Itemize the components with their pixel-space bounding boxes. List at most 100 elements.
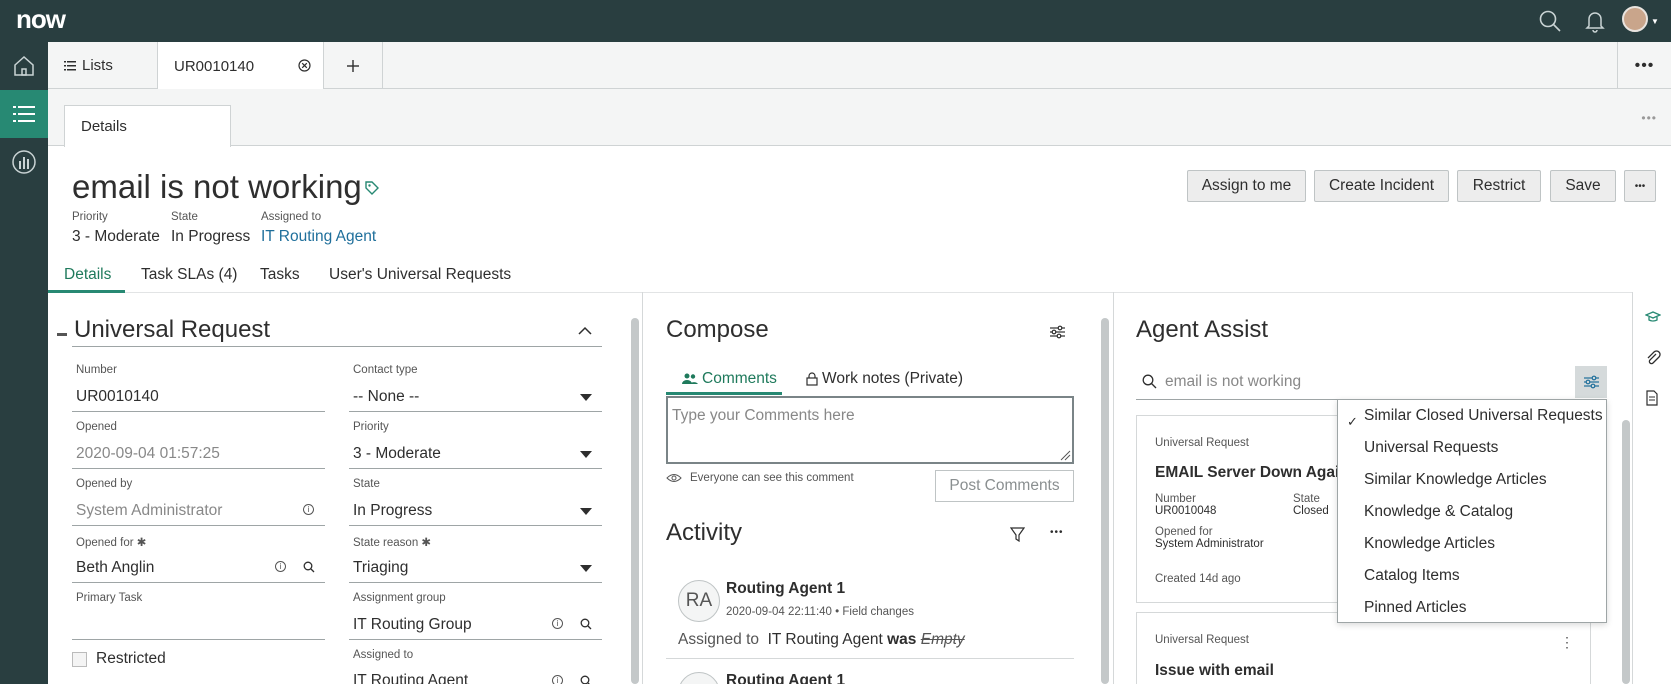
settings-sliders-icon[interactable] — [1050, 325, 1065, 344]
tab-record[interactable]: UR0010140 — [158, 42, 324, 90]
analytics-icon[interactable] — [0, 138, 48, 186]
chevron-down-icon[interactable] — [580, 451, 592, 458]
lookup-search-icon[interactable] — [580, 618, 592, 630]
add-tab-button[interactable] — [324, 42, 383, 89]
opened-by-label: Opened by — [76, 478, 133, 490]
bell-icon[interactable] — [1582, 8, 1608, 34]
card-state: State Closed — [1293, 493, 1329, 517]
filter-option[interactable]: Similar Knowledge Articles — [1364, 471, 1547, 489]
tab-lists-label: Lists — [82, 57, 113, 74]
details-subtab[interactable]: Details — [64, 105, 231, 147]
card-kebab-icon[interactable]: ⋮ — [1560, 634, 1574, 651]
tab-comments-label: Comments — [702, 370, 777, 387]
assign-to-me-button[interactable]: Assign to me — [1187, 170, 1306, 202]
info-icon[interactable]: i — [552, 675, 563, 684]
header-priority-value: 3 - Moderate — [72, 228, 160, 245]
filter-option[interactable]: Pinned Articles — [1364, 599, 1467, 617]
filter-option[interactable]: Catalog Items — [1364, 567, 1460, 585]
info-icon[interactable]: i — [303, 504, 314, 515]
tag-icon[interactable] — [364, 180, 380, 201]
restrict-button[interactable]: Restrict — [1457, 170, 1541, 202]
info-icon[interactable]: i — [275, 561, 286, 572]
filter-option[interactable]: Knowledge & Catalog — [1364, 503, 1513, 521]
avatar — [678, 672, 720, 684]
agent-assist-scrollbar[interactable] — [1622, 420, 1630, 684]
tab-record-label: UR0010140 — [174, 57, 255, 75]
number-field[interactable]: UR0010140 — [76, 388, 159, 406]
field-underline — [349, 525, 602, 526]
resize-grip-icon[interactable] — [1059, 449, 1071, 461]
tab-details[interactable]: Details — [64, 266, 111, 284]
state-reason-select[interactable]: Triaging — [353, 559, 408, 577]
priority-select[interactable]: 3 - Moderate — [353, 445, 441, 463]
post-comments-button[interactable]: Post Comments — [935, 470, 1074, 502]
header-assigned-link[interactable]: IT Routing Agent — [261, 228, 376, 246]
form-scrollbar[interactable] — [631, 318, 639, 684]
opened-for-field[interactable]: Beth Anglin — [76, 559, 154, 577]
more-options-icon[interactable]: ••• — [1050, 527, 1064, 538]
restricted-label: Restricted — [96, 650, 166, 667]
avatar-caret-icon[interactable]: ▼ — [1651, 17, 1659, 26]
create-incident-button[interactable]: Create Incident — [1314, 170, 1449, 202]
chevron-down-icon[interactable] — [580, 394, 592, 401]
opened-by-field: System Administrator — [76, 502, 223, 519]
tab-comments[interactable]: Comments — [682, 370, 777, 388]
plus-icon — [347, 59, 359, 72]
card-title[interactable]: Issue with email — [1155, 662, 1274, 680]
tab-lists[interactable]: Lists — [48, 42, 158, 89]
assignment-group-field[interactable]: IT Routing Group — [353, 616, 472, 634]
contact-type-select[interactable]: -- None -- — [353, 388, 419, 406]
required-icon: ✱ — [136, 537, 147, 549]
activity-author: Routing Agent 1 — [726, 580, 846, 597]
filter-option[interactable]: Knowledge Articles — [1364, 535, 1495, 553]
activity-timestamp: 2020-09-04 22:11:40 — [726, 606, 832, 618]
card-title[interactable]: EMAIL Server Down Again — [1155, 464, 1349, 482]
paperclip-icon[interactable] — [1645, 350, 1661, 371]
lookup-search-icon[interactable] — [580, 675, 592, 684]
filter-option[interactable]: Universal Requests — [1364, 439, 1498, 457]
assigned-to-field[interactable]: IT Routing Agent — [353, 672, 468, 684]
more-options-icon[interactable]: ••• — [1617, 42, 1671, 89]
tab-work-notes[interactable]: Work notes (Private) — [806, 370, 963, 388]
list-icon — [64, 60, 76, 70]
close-circle-icon[interactable] — [298, 59, 311, 76]
tab-users-universal-requests[interactable]: User's Universal Requests — [329, 266, 511, 284]
lookup-search-icon[interactable] — [303, 561, 315, 573]
chevron-up-icon[interactable] — [578, 322, 592, 340]
tab-work-notes-label: Work notes (Private) — [822, 370, 963, 387]
contact-type-label: Contact type — [353, 364, 418, 376]
active-tab-indicator — [48, 290, 125, 293]
filter-sliders-button[interactable] — [1575, 366, 1607, 398]
comment-textarea[interactable]: Type your Comments here — [666, 396, 1074, 464]
card-created: Created 14d ago — [1155, 573, 1241, 585]
tab-tasks[interactable]: Tasks — [260, 266, 300, 284]
state-select[interactable]: In Progress — [353, 502, 432, 520]
tab-task-slas[interactable]: Task SLAs (4) — [141, 266, 237, 284]
more-actions-button[interactable]: ••• — [1624, 170, 1656, 202]
user-avatar[interactable] — [1622, 6, 1648, 32]
chevron-down-icon[interactable] — [580, 508, 592, 515]
opened-label: Opened — [76, 421, 117, 433]
agent-assist-search-input[interactable]: email is not working — [1165, 373, 1301, 391]
top-bar: now ▼ — [0, 0, 1671, 42]
search-icon[interactable] — [1537, 8, 1563, 34]
header-state-value: In Progress — [171, 228, 251, 245]
filter-option[interactable]: Similar Closed Universal Requests — [1364, 407, 1603, 425]
card-state-label: State — [1293, 493, 1320, 505]
document-icon[interactable] — [1645, 390, 1659, 411]
filter-icon[interactable] — [1009, 527, 1026, 547]
chevron-down-icon[interactable] — [580, 565, 592, 572]
card-opened-for-value: System Administrator — [1155, 538, 1264, 550]
restricted-checkbox[interactable] — [72, 652, 87, 667]
drag-handle-icon[interactable]: ▬ — [57, 328, 67, 339]
compose-scrollbar[interactable] — [1101, 318, 1109, 684]
activity-change: Assigned to IT Routing Agent was Empty — [678, 631, 965, 649]
info-icon[interactable]: i — [552, 618, 563, 629]
graduation-cap-icon[interactable] — [1644, 310, 1662, 329]
servicenow-logo[interactable]: now — [16, 4, 66, 35]
eye-icon — [666, 474, 682, 482]
subtab-more-icon[interactable]: ••• — [1641, 111, 1657, 125]
home-icon[interactable] — [0, 42, 48, 90]
save-button[interactable]: Save — [1550, 170, 1616, 202]
list-icon[interactable] — [0, 90, 48, 138]
